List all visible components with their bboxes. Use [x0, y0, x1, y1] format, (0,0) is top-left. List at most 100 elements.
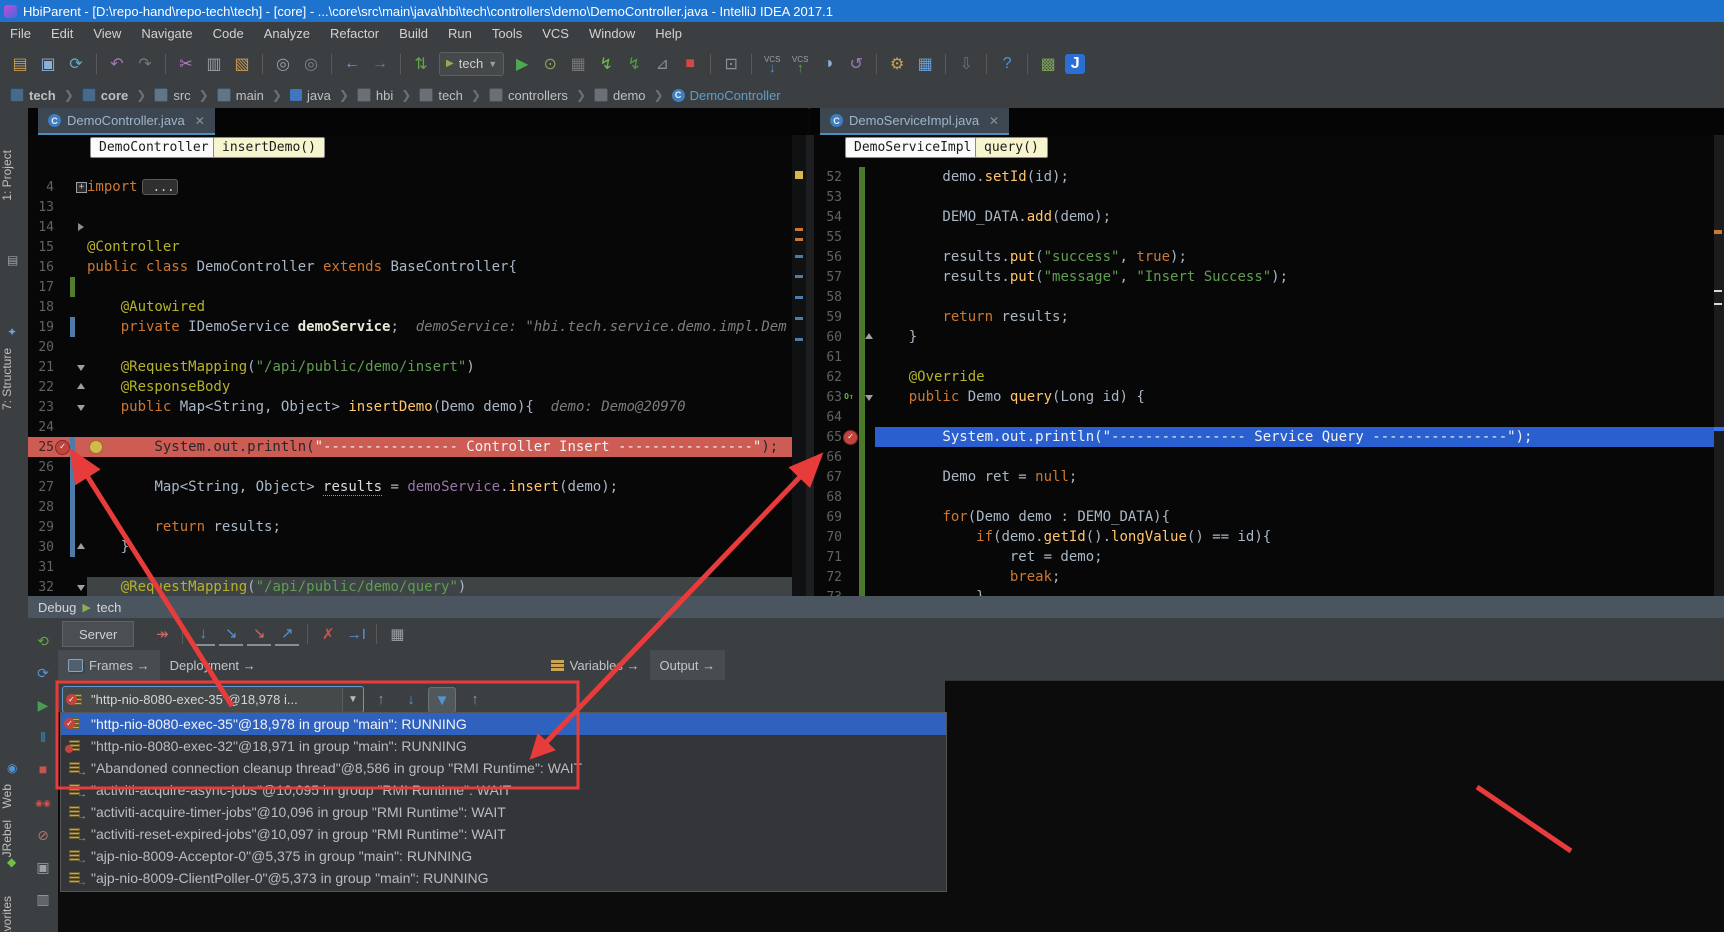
- gutter-icon-slot[interactable]: [842, 227, 858, 247]
- layout-settings-icon[interactable]: ▥: [32, 888, 54, 910]
- fold-marker-slot[interactable]: [75, 337, 87, 357]
- thread-up-button[interactable]: ↑: [462, 687, 488, 711]
- menu-item-code[interactable]: Code: [203, 24, 254, 43]
- menu-item-view[interactable]: View: [83, 24, 131, 43]
- gutter-icon-slot[interactable]: [842, 327, 858, 347]
- breadcrumb-item-tech[interactable]: tech: [417, 88, 465, 103]
- fold-marker-slot[interactable]: [75, 457, 87, 477]
- gutter-icon-slot[interactable]: [54, 457, 70, 477]
- gutter-icon-slot[interactable]: [54, 377, 70, 397]
- paste-icon[interactable]: ▧: [229, 52, 255, 76]
- menu-item-build[interactable]: Build: [389, 24, 438, 43]
- breadcrumb-item-demo[interactable]: demo: [592, 88, 648, 103]
- gutter-icon-slot[interactable]: [54, 297, 70, 317]
- cut-icon[interactable]: ✂: [173, 52, 199, 76]
- fold-marker-slot[interactable]: +: [75, 177, 87, 197]
- fold-expand-icon[interactable]: +: [76, 182, 87, 193]
- settings-icon[interactable]: ⚙: [884, 52, 910, 76]
- show-execution-point-icon[interactable]: ↠: [150, 623, 174, 645]
- gutter-icon-slot[interactable]: [842, 247, 858, 267]
- tab-demoserviceimpl-java[interactable]: C DemoServiceImpl.java ✕: [820, 108, 1009, 135]
- gutter-icon-slot[interactable]: [54, 177, 70, 197]
- thread-filter-button[interactable]: ▼: [428, 687, 456, 713]
- replace-icon[interactable]: ◎: [298, 52, 324, 76]
- vcs-history-icon[interactable]: ◑: [815, 52, 841, 76]
- drop-frame-icon[interactable]: ✗: [316, 623, 340, 645]
- breadcrumb-item-controllers[interactable]: controllers: [487, 88, 570, 103]
- right-editor[interactable]: DemoServiceImplquery()52 demo.setId(id);…: [814, 135, 1714, 596]
- fold-marker-slot[interactable]: [75, 317, 87, 337]
- gutter-icon-slot[interactable]: [842, 167, 858, 187]
- gutter-icon-slot[interactable]: [842, 547, 858, 567]
- fold-marker-slot[interactable]: [75, 257, 87, 277]
- step-over-icon[interactable]: ↓: [191, 622, 215, 646]
- fold-collapsed-icon[interactable]: [78, 223, 84, 231]
- forward-icon[interactable]: →: [367, 52, 393, 76]
- fold-collapse-icon[interactable]: [77, 405, 85, 411]
- save-icon[interactable]: ▣: [35, 52, 61, 76]
- chevron-down-icon[interactable]: ▼: [342, 688, 363, 711]
- thread-row-7[interactable]: →"ajp-nio-8009-Acceptor-0"@5,375 in grou…: [61, 845, 946, 867]
- gutter-icon-slot[interactable]: [54, 277, 70, 297]
- menu-item-navigate[interactable]: Navigate: [131, 24, 202, 43]
- fold-marker-slot[interactable]: [75, 237, 87, 257]
- fold-collapse-icon[interactable]: [865, 395, 873, 401]
- attach-icon[interactable]: ⊡: [718, 52, 744, 76]
- tab-democontroller-java[interactable]: C DemoController.java ✕: [38, 108, 215, 135]
- fold-marker-slot[interactable]: [75, 437, 87, 457]
- gutter-icon-slot[interactable]: [842, 527, 858, 547]
- gutter-icon-slot[interactable]: [54, 237, 70, 257]
- thread-next-button[interactable]: ↓: [398, 687, 424, 711]
- gutter-icon-slot[interactable]: [54, 337, 70, 357]
- run-jrebel-icon[interactable]: ↯: [593, 52, 619, 76]
- vcs-commit-icon[interactable]: VCS↑: [787, 52, 813, 76]
- override-marker-icon[interactable]: O↑: [843, 391, 855, 403]
- fold-marker-slot[interactable]: [75, 537, 87, 557]
- fold-marker-slot[interactable]: [75, 217, 87, 237]
- thread-row-6[interactable]: →"activiti-reset-expired-jobs"@10,097 in…: [61, 823, 946, 845]
- thread-dump-icon[interactable]: ▣: [32, 856, 54, 878]
- stop-icon[interactable]: ■: [32, 758, 54, 780]
- gutter-icon-slot[interactable]: [842, 287, 858, 307]
- tab-deployment[interactable]: Deployment →: [160, 650, 266, 680]
- pause-icon[interactable]: ‖: [32, 726, 54, 748]
- gutter-icon-slot[interactable]: [842, 207, 858, 227]
- fold-marker-slot[interactable]: [75, 297, 87, 317]
- gutter-icon-slot[interactable]: [54, 217, 70, 237]
- sync-icon[interactable]: ⟳: [63, 52, 89, 76]
- download-icon[interactable]: ⇩: [953, 52, 979, 76]
- stop-icon[interactable]: ■: [677, 52, 703, 76]
- run-icon[interactable]: ▶: [509, 52, 535, 76]
- breadcrumb-item-democontroller[interactable]: CDemoController: [670, 88, 783, 103]
- fold-marker-slot[interactable]: [75, 357, 87, 377]
- breadcrumb-item-java[interactable]: java: [288, 88, 333, 103]
- editor-splitter[interactable]: [806, 135, 814, 596]
- menu-item-analyze[interactable]: Analyze: [254, 24, 320, 43]
- fold-marker-slot[interactable]: [75, 417, 87, 437]
- undo-icon[interactable]: ↶: [104, 52, 130, 76]
- gutter-icon-slot[interactable]: [54, 577, 70, 596]
- thread-row-1[interactable]: ✓"http-nio-8080-exec-35"@18,978 in group…: [61, 713, 946, 735]
- thread-row-4[interactable]: →"activiti-acquire-async-jobs"@10,095 in…: [61, 779, 946, 801]
- project-structure-icon[interactable]: ▦: [912, 52, 938, 76]
- breakpoint-icon[interactable]: ✓: [843, 430, 858, 445]
- gutter-icon-slot[interactable]: [54, 317, 70, 337]
- debug-jrebel-icon[interactable]: ↯: [621, 52, 647, 76]
- step-into-icon[interactable]: ↘: [219, 622, 243, 646]
- gutter-icon-slot[interactable]: [54, 257, 70, 277]
- gutter-icon-slot[interactable]: [842, 567, 858, 587]
- breadcrumb-item-hbi[interactable]: hbi: [355, 88, 395, 103]
- menu-item-vcs[interactable]: VCS: [532, 24, 579, 43]
- gutter-icon-slot[interactable]: ✓: [842, 427, 858, 447]
- fold-collapse-icon[interactable]: [77, 365, 85, 371]
- gutter-icon-slot[interactable]: [842, 587, 858, 596]
- force-step-into-icon[interactable]: ↘: [247, 622, 271, 646]
- fold-collapse-icon[interactable]: [77, 585, 85, 591]
- coverage-icon[interactable]: ▦: [565, 52, 591, 76]
- intention-bulb-icon[interactable]: [89, 440, 103, 454]
- menu-item-run[interactable]: Run: [438, 24, 482, 43]
- gutter-icon-slot[interactable]: [842, 407, 858, 427]
- tab-variables[interactable]: Variables →: [541, 650, 650, 680]
- gutter-icon-slot[interactable]: [842, 307, 858, 327]
- fold-marker-slot[interactable]: [75, 557, 87, 577]
